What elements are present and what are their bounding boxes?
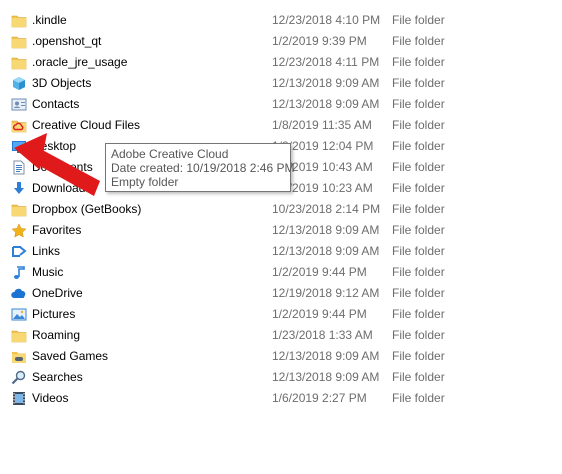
- file-type: File folder: [392, 181, 445, 195]
- downloads-icon: [11, 181, 27, 196]
- videos-icon: [11, 391, 27, 406]
- tooltip-status: Empty folder: [111, 175, 179, 189]
- file-type: File folder: [392, 307, 445, 321]
- file-name[interactable]: 3D Objects: [32, 73, 91, 94]
- file-type: File folder: [392, 34, 445, 48]
- file-type: File folder: [392, 55, 445, 69]
- date-modified: 1/6/2019 2:27 PM: [272, 391, 367, 405]
- folder-icon: [11, 328, 27, 343]
- file-type: File folder: [392, 202, 445, 216]
- tooltip-title: Adobe Creative Cloud: [111, 147, 229, 161]
- date-modified: 12/13/2018 9:09 AM: [272, 223, 380, 237]
- file-name[interactable]: Documents: [32, 157, 93, 178]
- file-type: File folder: [392, 265, 445, 279]
- folder-icon: [11, 34, 27, 49]
- date-modified: 12/23/2018 4:10 PM: [272, 13, 381, 27]
- documents-icon: [11, 160, 27, 175]
- folder-icon: [11, 202, 27, 217]
- file-name[interactable]: Searches: [32, 367, 83, 388]
- desktop-icon: [11, 139, 27, 154]
- contacts-icon: [11, 97, 27, 112]
- favorites-icon: [11, 223, 27, 238]
- file-name[interactable]: Pictures: [32, 304, 75, 325]
- file-row[interactable]: OneDrive 12/19/2018 9:12 AM File folder: [0, 283, 562, 304]
- file-row[interactable]: .oracle_jre_usage 12/23/2018 4:11 PM File …: [0, 52, 562, 73]
- file-type: File folder: [392, 97, 445, 111]
- file-name[interactable]: Dropbox (GetBooks): [32, 199, 141, 220]
- file-row[interactable]: Music 1/2/2019 9:44 PM File folder: [0, 262, 562, 283]
- onedrive-icon: [11, 286, 27, 301]
- file-row[interactable]: Pictures 1/2/2019 9:44 PM File folder: [0, 304, 562, 325]
- file-name[interactable]: Favorites: [32, 220, 81, 241]
- date-modified: 12/13/2018 9:09 AM: [272, 349, 380, 363]
- file-type: File folder: [392, 139, 445, 153]
- date-modified: 1/2/2019 9:44 PM: [272, 265, 367, 279]
- file-type: File folder: [392, 349, 445, 363]
- file-row[interactable]: 3D Objects 12/13/2018 9:09 AM File folder: [0, 73, 562, 94]
- file-name[interactable]: Saved Games: [32, 346, 108, 367]
- date-modified: 12/13/2018 9:09 AM: [272, 370, 380, 384]
- file-row[interactable]: Contacts 12/13/2018 9:09 AM File folder: [0, 94, 562, 115]
- file-name[interactable]: Videos: [32, 388, 68, 409]
- folder-icon: [11, 55, 27, 70]
- music-icon: [11, 265, 27, 280]
- file-row[interactable]: Links 12/13/2018 9:09 AM File folder: [0, 241, 562, 262]
- file-name[interactable]: .oracle_jre_usage: [32, 52, 127, 73]
- file-name[interactable]: OneDrive: [32, 283, 83, 304]
- file-row[interactable]: Roaming 1/23/2018 1:33 AM File folder: [0, 325, 562, 346]
- folder-tooltip: Adobe Creative Cloud Date created: 10/19…: [105, 143, 295, 192]
- file-type: File folder: [392, 244, 445, 258]
- file-type: File folder: [392, 223, 445, 237]
- searches-icon: [11, 370, 27, 385]
- tooltip-date-created: Date created: 10/19/2018 2:46 PM: [111, 161, 295, 175]
- file-row[interactable]: .openshot_qt 1/2/2019 9:39 PM File folder: [0, 31, 562, 52]
- date-modified: 1/23/2018 1:33 AM: [272, 328, 373, 342]
- file-name[interactable]: Roaming: [32, 325, 80, 346]
- file-row[interactable]: .kindle 12/23/2018 4:10 PM File folder: [0, 10, 562, 31]
- file-row[interactable]: Searches 12/13/2018 9:09 AM File folder: [0, 367, 562, 388]
- file-row[interactable]: Dropbox (GetBooks) 10/23/2018 2:14 PM File…: [0, 199, 562, 220]
- file-name[interactable]: Music: [32, 262, 63, 283]
- date-modified: 12/13/2018 9:09 AM: [272, 76, 380, 90]
- date-modified: 10/23/2018 2:14 PM: [272, 202, 381, 216]
- file-row[interactable]: Creative Cloud Files 1/8/2019 11:35 AM Fil…: [0, 115, 562, 136]
- date-modified: 12/19/2018 9:12 AM: [272, 286, 380, 300]
- file-type: File folder: [392, 370, 445, 384]
- file-type: File folder: [392, 76, 445, 90]
- file-row[interactable]: Videos 1/6/2019 2:27 PM File folder: [0, 388, 562, 409]
- file-name[interactable]: Downloads: [32, 178, 91, 199]
- 3d-objects-icon: [11, 76, 27, 91]
- date-modified: 12/23/2018 4:11 PM: [272, 55, 380, 69]
- file-type: File folder: [392, 286, 445, 300]
- date-modified: 1/2/2019 9:39 PM: [272, 34, 367, 48]
- pictures-icon: [11, 307, 27, 322]
- file-type: File folder: [392, 391, 445, 405]
- links-icon: [11, 244, 27, 259]
- date-modified: 1/8/2019 11:35 AM: [272, 118, 372, 132]
- creative-cloud-folder-icon: [11, 118, 27, 133]
- file-name[interactable]: .kindle: [32, 10, 67, 31]
- date-modified: 1/2/2019 9:44 PM: [272, 307, 367, 321]
- date-modified: 12/13/2018 9:09 AM: [272, 97, 380, 111]
- file-type: File folder: [392, 118, 445, 132]
- file-name[interactable]: Desktop: [32, 136, 76, 157]
- saved-games-icon: [11, 349, 27, 364]
- file-type: File folder: [392, 13, 445, 27]
- file-row[interactable]: Saved Games 12/13/2018 9:09 AM File folder: [0, 346, 562, 367]
- file-type: File folder: [392, 328, 445, 342]
- file-type: File folder: [392, 160, 445, 174]
- file-row[interactable]: Favorites 12/13/2018 9:09 AM File folder: [0, 220, 562, 241]
- date-modified: 12/13/2018 9:09 AM: [272, 244, 380, 258]
- file-name[interactable]: Links: [32, 241, 60, 262]
- folder-icon: [11, 13, 27, 28]
- file-name[interactable]: Creative Cloud Files: [32, 115, 140, 136]
- file-name[interactable]: .openshot_qt: [32, 31, 101, 52]
- file-name[interactable]: Contacts: [32, 94, 79, 115]
